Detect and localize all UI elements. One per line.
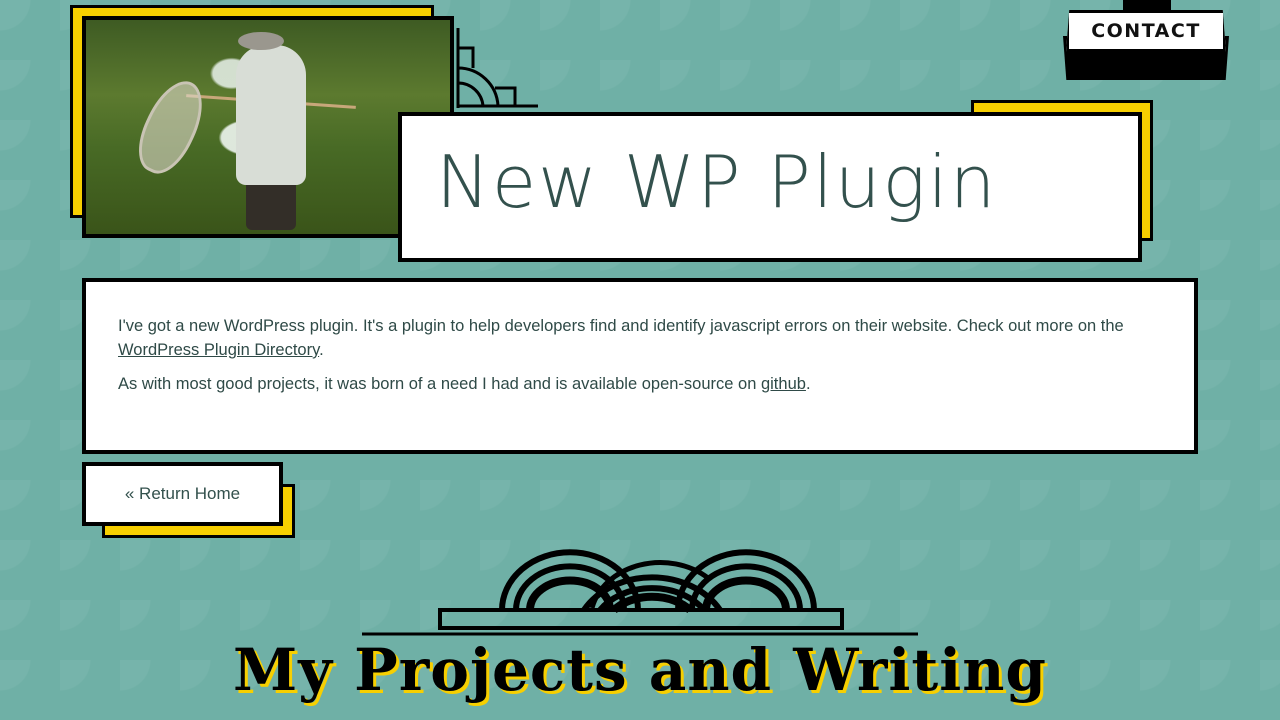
post-content: I've got a new WordPress plugin. It's a … [82, 278, 1198, 454]
contact-button[interactable]: CONTACT [1066, 10, 1226, 52]
person-figure [236, 45, 306, 185]
return-home-button[interactable]: « Return Home [82, 462, 283, 526]
page-title: New WP Plugin [436, 140, 998, 224]
footer-ornament [362, 549, 918, 636]
post-paragraph-1: I've got a new WordPress plugin. It's a … [118, 314, 1162, 362]
para2-text: As with most good projects, it was born … [118, 375, 761, 393]
github-link[interactable]: github [761, 375, 806, 393]
para2-end: . [805, 375, 811, 393]
wordpress-directory-link[interactable]: WordPress Plugin Directory [118, 341, 319, 359]
post-paragraph-2: As with most good projects, it was born … [118, 372, 1162, 396]
deco-ornament [456, 28, 538, 108]
para1-text: I've got a new WordPress plugin. It's a … [118, 317, 1124, 335]
person-hat [238, 32, 284, 50]
footer-title: My Projects and Writing [233, 636, 1047, 704]
title-card: New WP Plugin [398, 112, 1142, 262]
butterfly-net [127, 72, 215, 182]
para1-end: . [319, 341, 324, 359]
